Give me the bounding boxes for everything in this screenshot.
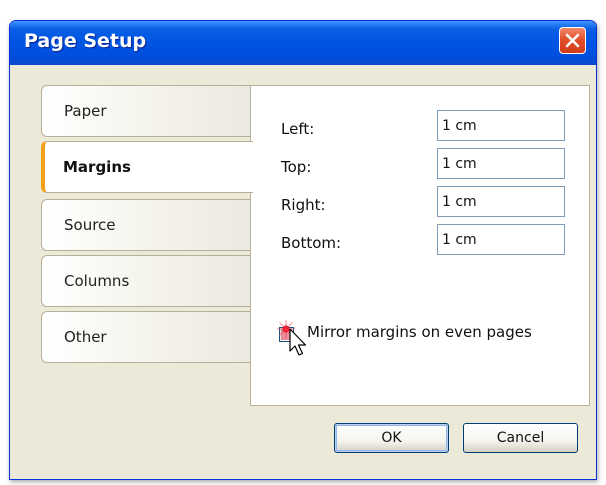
tab-other[interactable]: Other — [41, 311, 251, 363]
tab-paper[interactable]: Paper — [41, 85, 251, 137]
top-margin-label: Top: — [281, 158, 312, 176]
cancel-button[interactable]: Cancel — [463, 423, 578, 453]
tab-label: Paper — [64, 102, 107, 120]
top-margin-input[interactable] — [437, 148, 565, 179]
bottom-margin-input[interactable] — [437, 224, 565, 255]
close-icon — [565, 33, 580, 48]
left-margin-input[interactable] — [437, 110, 565, 141]
tab-label: Other — [64, 328, 107, 346]
close-button[interactable] — [559, 27, 586, 54]
tab-label: Margins — [63, 158, 131, 176]
margins-panel: Left: Top: Right: Bottom: Mirror margins… — [250, 85, 590, 406]
right-margin-input[interactable] — [437, 186, 565, 217]
page-setup-dialog: Page Setup Paper Margins Source Columns … — [9, 20, 597, 480]
tab-source[interactable]: Source — [41, 199, 251, 251]
mouse-pointer-icon — [289, 328, 307, 356]
bottom-margin-label: Bottom: — [281, 234, 342, 252]
tab-label: Source — [64, 216, 116, 234]
tab-columns[interactable]: Columns — [41, 255, 251, 307]
window-title: Page Setup — [24, 30, 147, 52]
tab-label: Columns — [64, 272, 130, 290]
mirror-margins-label[interactable]: Mirror margins on even pages — [307, 323, 532, 341]
ok-button[interactable]: OK — [334, 423, 449, 453]
title-bar[interactable]: Page Setup — [10, 21, 596, 65]
left-margin-label: Left: — [281, 120, 315, 138]
tab-margins[interactable]: Margins — [41, 141, 253, 193]
right-margin-label: Right: — [281, 196, 326, 214]
